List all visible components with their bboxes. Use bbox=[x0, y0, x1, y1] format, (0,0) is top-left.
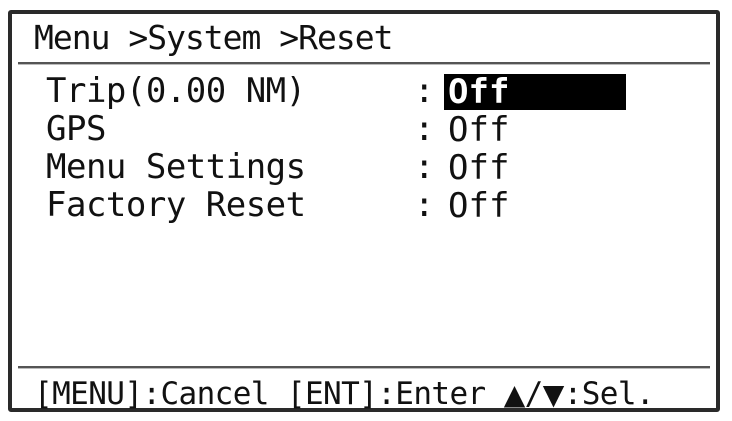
setting-value-menu-settings[interactable]: Off bbox=[444, 150, 509, 186]
setting-colon: : bbox=[414, 185, 435, 225]
setting-colon: : bbox=[414, 147, 435, 187]
setting-value-gps[interactable]: Off bbox=[444, 112, 509, 148]
key-hint-bar: [MENU]:Cancel [ENT]:Enter ▲/▼:Sel. bbox=[34, 376, 655, 413]
setting-row-gps[interactable]: GPS : Off bbox=[12, 110, 716, 148]
setting-colon: : bbox=[414, 109, 435, 149]
setting-value-factory-reset[interactable]: Off bbox=[444, 188, 509, 224]
setting-colon: : bbox=[414, 71, 435, 111]
reset-menu-screen: Menu >System >Reset Trip(0.00 NM) : Off … bbox=[8, 10, 720, 412]
menu-cancel-hint: [MENU]:Cancel bbox=[34, 376, 269, 412]
setting-row-menu-settings[interactable]: Menu Settings : Off bbox=[12, 148, 716, 186]
setting-row-trip[interactable]: Trip(0.00 NM) : Off bbox=[12, 72, 716, 110]
breadcrumb: Menu >System >Reset bbox=[34, 18, 393, 57]
header-divider bbox=[18, 62, 710, 65]
setting-label-menu-settings: Menu Settings bbox=[46, 147, 306, 187]
arrow-separator: / bbox=[524, 376, 544, 412]
up-arrow-icon: ▲ bbox=[503, 378, 526, 411]
menu-header: Menu >System >Reset bbox=[12, 14, 716, 66]
ent-enter-hint: [ENT]:Enter bbox=[286, 376, 486, 412]
setting-row-factory-reset[interactable]: Factory Reset : Off bbox=[12, 186, 716, 224]
down-arrow-icon: ▼ bbox=[542, 378, 565, 411]
setting-label-factory-reset: Factory Reset bbox=[46, 185, 306, 225]
select-hint: :Sel. bbox=[563, 376, 655, 412]
setting-label-trip: Trip(0.00 NM) bbox=[46, 71, 306, 111]
setting-value-trip[interactable]: Off bbox=[444, 74, 626, 110]
footer-divider bbox=[18, 366, 710, 369]
setting-label-gps: GPS bbox=[46, 109, 106, 149]
